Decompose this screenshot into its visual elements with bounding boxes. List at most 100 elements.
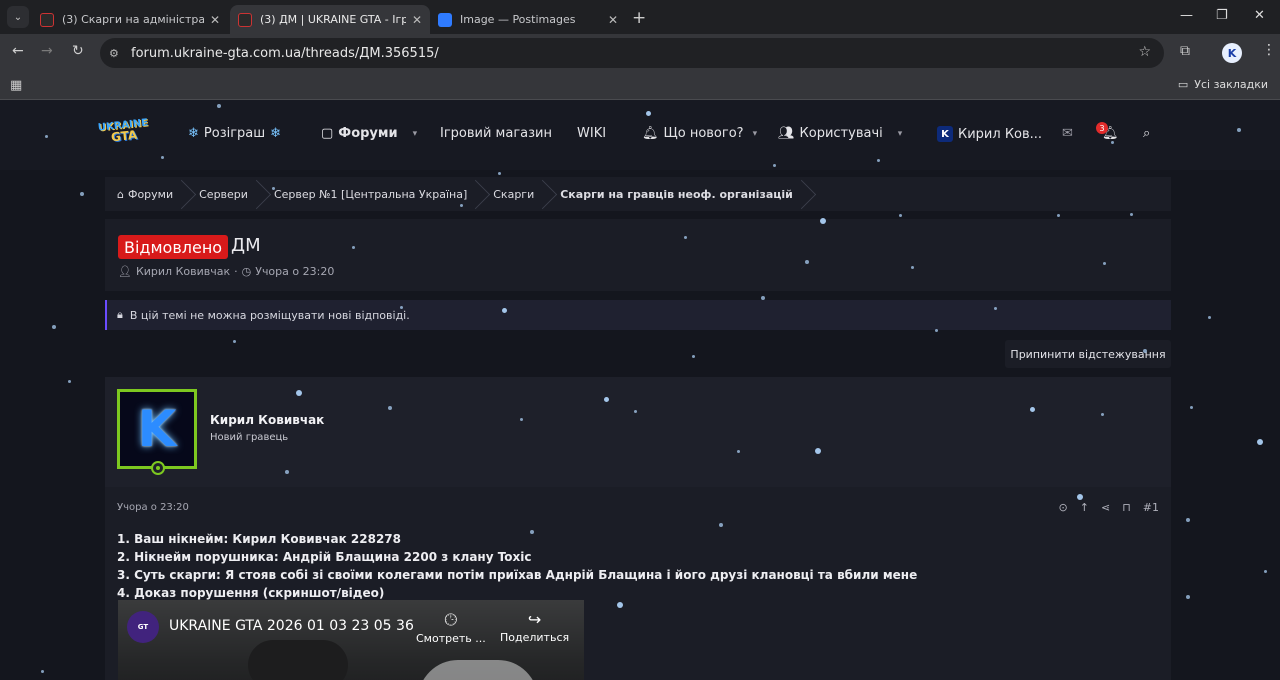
unwatch-button[interactable]: Припинити відстежування — [1005, 340, 1171, 368]
watch-later-label: Смотреть ... — [416, 632, 486, 645]
video-frame-car — [248, 640, 348, 680]
site-navigation: UKRAINE GTA ❄ Розіграш ❄ ▢ Форуми ▾ Ігро… — [0, 100, 1280, 170]
video-title[interactable]: UKRAINE GTA 2026 01 03 23 05 36 — [169, 618, 414, 634]
nav-shop[interactable]: Ігровий магазин — [440, 126, 552, 141]
share-icon[interactable]: ⋖ — [1101, 501, 1110, 514]
snowflake-dot — [52, 325, 56, 329]
nav-whats-new[interactable]: 🔔︎ Що нового? ▾ — [642, 126, 757, 141]
post-username[interactable]: Кирил Ковивчак — [210, 413, 324, 427]
thread-date[interactable]: Учора о 23:20 — [255, 265, 334, 278]
post-actions: ⊙ ↑ ⋖ ⊓ #1 — [1059, 501, 1159, 514]
omnibox[interactable]: ⚙ forum.ukraine-gta.com.ua/threads/ДМ.35… — [100, 38, 1164, 68]
snowflake-dot — [1190, 406, 1193, 409]
minimize-icon[interactable]: — — [1180, 8, 1193, 23]
nav-users[interactable]: 👥︎ Користувачі ▾ — [778, 126, 902, 141]
bookmark-star-icon[interactable]: ☆ — [1138, 44, 1151, 60]
reaction-icon[interactable]: ⊙ — [1059, 501, 1068, 514]
close-tab-icon[interactable]: ✕ — [608, 13, 618, 27]
back-icon[interactable]: ← — [12, 43, 24, 59]
maximize-icon[interactable]: ❐ — [1216, 8, 1228, 23]
post-body: 1. Ваш нікнейм: Кирил Ковивчак 228278 2.… — [117, 530, 917, 602]
snowflake-dot — [1130, 213, 1133, 216]
nav-forums[interactable]: ▢ Форуми ▾ — [321, 126, 417, 141]
forum-favicon-icon — [40, 12, 54, 27]
youtube-embed[interactable]: GT UKRAINE GTA 2026 01 03 23 05 36 🕒︎ См… — [118, 600, 584, 680]
close-tab-icon[interactable]: ✕ — [210, 13, 220, 27]
share-label: Поделиться — [500, 631, 570, 644]
address-bar-row: ← → ↻ ⚙ forum.ukraine-gta.com.ua/threads… — [0, 34, 1280, 72]
clock-icon: ◷ — [241, 265, 252, 278]
nav-wiki[interactable]: WIKI — [577, 126, 606, 141]
account-avatar: K — [937, 126, 953, 142]
user-icon: 👤︎ — [118, 265, 132, 278]
browser-tab-strip: ⌄ (3) Скарги на адміністрацію | U ✕ (3) … — [0, 0, 1280, 34]
site-logo[interactable]: UKRAINE GTA — [97, 117, 152, 152]
chevron-down-icon[interactable]: ▾ — [753, 129, 758, 139]
close-window-icon[interactable]: ✕ — [1254, 8, 1265, 23]
channel-avatar[interactable]: GT — [127, 611, 159, 643]
close-tab-icon[interactable]: ✕ — [412, 13, 422, 27]
share-button[interactable]: ↪ Поделиться — [500, 610, 569, 644]
browser-tab-dm[interactable]: (3) ДМ | UKRAINE GTA - Ігрови ✕ — [230, 5, 430, 34]
apps-grid-icon[interactable]: ▦ — [10, 78, 22, 93]
avatar[interactable]: K — [117, 389, 197, 469]
post-line: 3. Суть скарги: Я стояв собі зі своїми к… — [117, 568, 918, 582]
all-bookmarks-label: Усі закладки — [1194, 78, 1268, 91]
snowflake-dot — [1057, 214, 1060, 217]
tab-title: (3) ДМ | UKRAINE GTA - Ігрови — [260, 13, 406, 26]
reload-icon[interactable]: ↻ — [72, 43, 84, 59]
post: K Кирил Ковивчак Новий гравець Учора о 2… — [105, 377, 1171, 680]
locked-notice-text: В цій темі не можна розміщувати нові від… — [129, 308, 410, 322]
breadcrumb-forums[interactable]: ⌂ Форуми — [105, 177, 187, 211]
all-bookmarks-button[interactable]: ▭ Усі закладки — [1178, 78, 1268, 91]
user-title: Новий гравець — [210, 432, 289, 443]
url-text[interactable]: forum.ukraine-gta.com.ua/threads/ДМ.3565… — [131, 46, 439, 61]
arrow-up-icon[interactable]: ↑ — [1080, 501, 1089, 514]
breadcrumb-label: Сервер №1 [Центральна Україна] — [273, 187, 468, 201]
chat-bubble-icon: ▢ — [321, 126, 334, 141]
forward-icon[interactable]: → — [41, 43, 53, 59]
breadcrumb-label: Скарги на гравців неоф. організацій — [560, 187, 793, 201]
locked-notice: 🔒︎ В цій темі не можна розміщувати нові … — [105, 300, 1171, 330]
profile-avatar[interactable]: K — [1222, 43, 1242, 63]
inbox-icon[interactable]: ✉ — [1062, 126, 1073, 141]
nav-wiki-label: WIKI — [577, 126, 607, 141]
nav-users-label: Користувачі — [799, 126, 883, 141]
breadcrumb-servers[interactable]: Сервери — [187, 177, 262, 211]
breadcrumb-complaints[interactable]: Скарги — [481, 177, 548, 211]
tab-title: Image — Postimages — [460, 13, 576, 26]
nav-giveaway[interactable]: ❄ Розіграш ❄ — [188, 126, 281, 141]
post-number[interactable]: #1 — [1143, 501, 1159, 514]
post-user-header: K Кирил Ковивчак Новий гравець — [105, 377, 1171, 487]
page-title: ДМ — [231, 235, 261, 256]
post-date[interactable]: Учора о 23:20 — [117, 502, 189, 513]
forum-page: UKRAINE GTA ❄ Розіграш ❄ ▢ Форуми ▾ Ігро… — [0, 100, 1280, 680]
search-icon[interactable]: ⌕ — [1143, 126, 1150, 141]
online-indicator-icon — [151, 461, 165, 475]
chevron-down-icon[interactable]: ▾ — [413, 129, 418, 139]
watch-later-button[interactable]: 🕒︎ Смотреть ... — [416, 610, 486, 645]
new-tab-icon[interactable]: + — [632, 8, 646, 28]
nav-account-label: Кирил Ков... — [958, 126, 1043, 142]
thread-author[interactable]: Кирил Ковивчак — [136, 265, 230, 278]
snowflake-icon: ❄ — [270, 126, 282, 141]
breadcrumb-label: Форуми — [127, 187, 174, 201]
snowflake-dot — [233, 340, 236, 343]
breadcrumb-label: Сервери — [199, 187, 248, 201]
nav-account[interactable]: K Кирил Ков... — [937, 126, 1042, 142]
browser-tab-postimages[interactable]: Image — Postimages ✕ — [430, 5, 626, 34]
snowflake-icon: ❄ — [188, 126, 199, 141]
avatar-letter: K — [137, 400, 177, 458]
chevron-down-icon[interactable]: ▾ — [898, 129, 903, 139]
browser-menu-icon[interactable]: ⋮ — [1262, 42, 1276, 58]
thread-header: Відмовлено ДМ 👤︎ Кирил Ковивчак · ◷ Учор… — [105, 219, 1171, 291]
breadcrumb-unofficial-orgs[interactable]: Скарги на гравців неоф. організацій — [548, 177, 807, 211]
extensions-icon[interactable]: ⧉ — [1180, 43, 1190, 59]
breadcrumb-server-1[interactable]: Сервер №1 [Центральна Україна] — [262, 177, 481, 211]
bookmark-icon[interactable]: ⊓ — [1122, 501, 1131, 514]
tab-search-button[interactable]: ⌄ — [7, 6, 29, 28]
breadcrumb: ⌂ Форуми Сервери Сервер №1 [Центральна У… — [105, 177, 1171, 211]
site-info-icon[interactable]: ⚙ — [109, 47, 125, 60]
browser-tab-complaints[interactable]: (3) Скарги на адміністрацію | U ✕ — [32, 5, 228, 34]
nav-giveaway-label: Розіграш — [203, 126, 266, 141]
